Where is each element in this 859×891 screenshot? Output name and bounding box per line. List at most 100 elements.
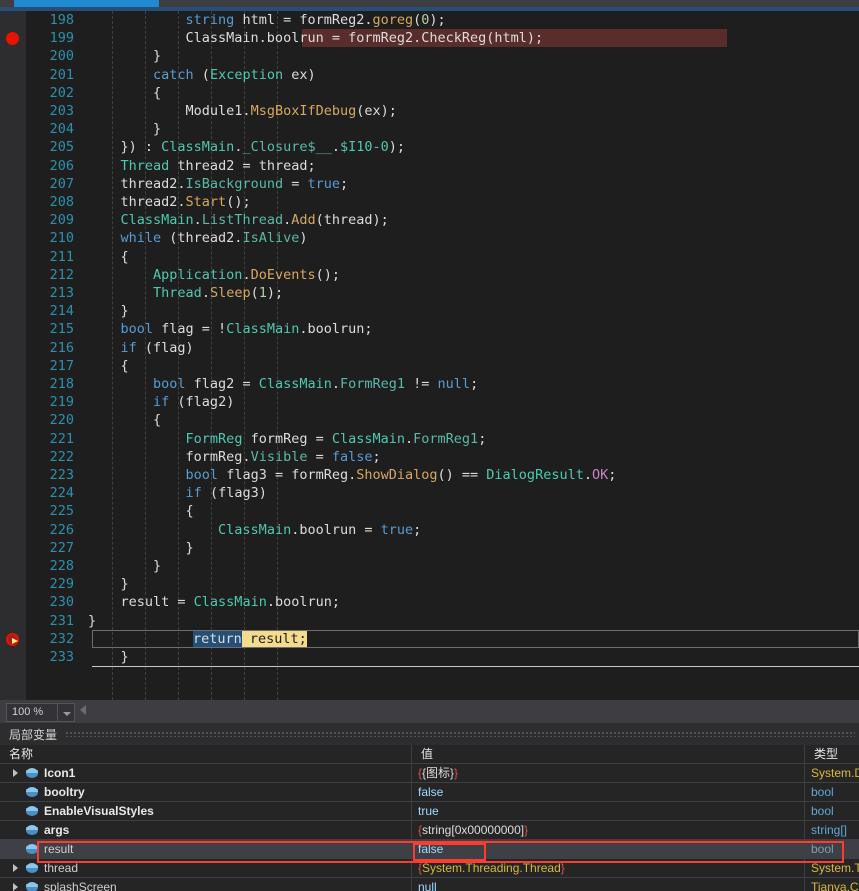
line-text[interactable]: Thread thread2 = thread; [88, 157, 316, 175]
line-text[interactable]: bool flag = !ClassMain.boolrun; [88, 320, 373, 338]
table-row[interactable]: thread {System.Threading.Thread} System.T [0, 859, 859, 878]
line-text[interactable]: } [88, 575, 129, 593]
table-row[interactable]: args {string[0x00000000]} string[] [0, 821, 859, 840]
variable-value[interactable]: false [418, 783, 443, 802]
code-line[interactable]: 216 if (flag) [26, 339, 859, 357]
code-line[interactable]: 200 } [26, 47, 859, 65]
line-text[interactable]: { [88, 248, 129, 266]
variable-name[interactable]: Icon1 [44, 764, 75, 783]
code-line[interactable]: 199 ClassMain.boolrun = formReg2.CheckRe… [26, 29, 859, 48]
code-lines-container[interactable]: 198 string html = formReg2.goreg(0); 199 … [26, 11, 859, 700]
code-line[interactable]: 210 while (thread2.IsAlive) [26, 229, 859, 247]
code-line[interactable]: 201 catch (Exception ex) [26, 66, 859, 84]
code-line[interactable]: 213 Thread.Sleep(1); [26, 284, 859, 302]
line-text[interactable]: } [88, 302, 129, 320]
code-line[interactable]: 198 string html = formReg2.goreg(0); [26, 11, 859, 29]
chevron-right-icon[interactable] [13, 769, 18, 777]
line-text[interactable]: ClassMain.ListThread.Add(thread); [88, 211, 389, 229]
line-text[interactable]: bool flag3 = formReg.ShowDialog() == Dia… [88, 466, 617, 484]
code-line[interactable]: 227 } [26, 539, 859, 557]
line-text[interactable]: bool flag2 = ClassMain.FormReg1 != null; [88, 375, 478, 393]
variable-name[interactable]: args [44, 821, 69, 840]
line-text[interactable]: while (thread2.IsAlive) [88, 229, 308, 247]
locals-titlebar[interactable]: 局部变量 [0, 723, 859, 745]
code-line[interactable]: 204 } [26, 120, 859, 138]
table-row[interactable]: result false bool [0, 840, 859, 859]
column-header-value[interactable]: 值 [412, 745, 805, 764]
column-header-name[interactable]: 名称 [0, 745, 412, 764]
chevron-right-icon[interactable] [13, 864, 18, 872]
line-text[interactable]: FormReg formReg = ClassMain.FormReg1; [88, 430, 487, 448]
line-text[interactable]: { [88, 84, 161, 102]
breakpoint-gutter[interactable] [0, 11, 26, 700]
code-line[interactable]: 214 } [26, 302, 859, 320]
code-line[interactable]: 205 }) : ClassMain._Closure$__.$I10-0); [26, 138, 859, 156]
zoom-level-combobox[interactable]: 100 % [6, 703, 58, 722]
code-line[interactable]: 207 thread2.IsBackground = true; [26, 175, 859, 193]
code-line[interactable]: 217 { [26, 357, 859, 375]
code-line[interactable]: 231} [26, 612, 859, 630]
code-line[interactable]: 226 ClassMain.boolrun = true; [26, 521, 859, 539]
editor-horizontal-scrollbar-top[interactable] [0, 0, 859, 7]
line-text[interactable]: ClassMain.boolrun = formReg2.CheckReg(ht… [88, 29, 544, 47]
line-text[interactable]: } [88, 120, 161, 138]
code-line[interactable]: 219 if (flag2) [26, 393, 859, 411]
scroll-left-arrow-icon[interactable] [80, 705, 86, 715]
line-text[interactable]: if (flag2) [88, 393, 234, 411]
code-line[interactable]: 218 bool flag2 = ClassMain.FormReg1 != n… [26, 375, 859, 393]
line-text[interactable]: { [88, 357, 129, 375]
editor-horizontal-scrollbar-bottom[interactable] [92, 701, 859, 724]
variable-value[interactable]: true [418, 802, 439, 821]
code-line[interactable]: 224 if (flag3) [26, 484, 859, 502]
code-line[interactable]: 203 Module1.MsgBoxIfDebug(ex); [26, 102, 859, 120]
line-text[interactable]: string html = formReg2.goreg(0); [88, 11, 446, 29]
variable-name[interactable]: booltry [44, 783, 85, 802]
variable-value[interactable]: {System.Threading.Thread} [418, 859, 565, 878]
line-text[interactable]: thread2.Start(); [88, 193, 251, 211]
code-line[interactable]: 233 } [26, 648, 859, 666]
line-text[interactable]: } [88, 612, 96, 630]
line-text[interactable]: Module1.MsgBoxIfDebug(ex); [88, 102, 397, 120]
table-row[interactable]: EnableVisualStyles true bool [0, 802, 859, 821]
variable-name[interactable]: splashScreen [44, 878, 117, 891]
line-text[interactable]: ClassMain.boolrun = true; [88, 521, 421, 539]
chevron-right-icon[interactable] [13, 883, 18, 891]
code-editor[interactable]: 198 string html = formReg2.goreg(0); 199 … [0, 11, 859, 700]
variable-name[interactable]: EnableVisualStyles [44, 802, 154, 821]
code-line[interactable]: 223 bool flag3 = formReg.ShowDialog() ==… [26, 466, 859, 484]
variable-value[interactable]: {{图标}} [418, 764, 458, 783]
chevron-down-icon[interactable] [58, 703, 75, 722]
variable-value[interactable]: false [418, 840, 443, 859]
table-row[interactable]: splashScreen null Tianya.C [0, 878, 859, 891]
line-text[interactable]: formReg.Visible = false; [88, 448, 381, 466]
variable-value[interactable]: {string[0x00000000]} [418, 821, 528, 840]
scrollbar-thumb[interactable] [14, 0, 159, 7]
variable-name[interactable]: thread [44, 859, 78, 878]
column-header-type[interactable]: 类型 [805, 745, 859, 764]
line-text[interactable]: result = ClassMain.boolrun; [88, 593, 340, 611]
line-text[interactable]: }) : ClassMain._Closure$__.$I10-0); [88, 138, 406, 156]
line-text[interactable]: if (flag3) [88, 484, 267, 502]
code-line[interactable]: 228 } [26, 557, 859, 575]
code-line[interactable]: 221 FormReg formReg = ClassMain.FormReg1… [26, 430, 859, 448]
line-text[interactable]: } [88, 47, 161, 65]
locals-rows-container[interactable]: Icon1 {{图标}} System.D booltry false bool Enabl… [0, 764, 859, 891]
line-text[interactable]: } [88, 557, 161, 575]
code-line[interactable]: 229 } [26, 575, 859, 593]
code-line[interactable]: 215 bool flag = !ClassMain.boolrun; [26, 320, 859, 338]
line-text[interactable]: if (flag) [88, 339, 194, 357]
line-text[interactable]: thread2.IsBackground = true; [88, 175, 349, 193]
code-line[interactable]: 225 { [26, 502, 859, 520]
variable-value[interactable]: null [418, 878, 437, 891]
line-text[interactable]: Thread.Sleep(1); [88, 284, 283, 302]
line-text[interactable]: Application.DoEvents(); [88, 266, 340, 284]
code-line[interactable]: 211 { [26, 248, 859, 266]
code-line[interactable]: 222 formReg.Visible = false; [26, 448, 859, 466]
code-line[interactable]: 206 Thread thread2 = thread; [26, 157, 859, 175]
line-text[interactable]: } [88, 539, 194, 557]
line-text[interactable]: } [88, 648, 129, 666]
panel-drag-gripper[interactable] [66, 732, 855, 737]
table-row[interactable]: Icon1 {{图标}} System.D [0, 764, 859, 783]
locals-window[interactable]: 局部变量 名称 值 类型 Icon1 {{图标}} System.D booltry f… [0, 723, 859, 891]
breakpoint-current-statement-icon[interactable] [6, 632, 19, 646]
